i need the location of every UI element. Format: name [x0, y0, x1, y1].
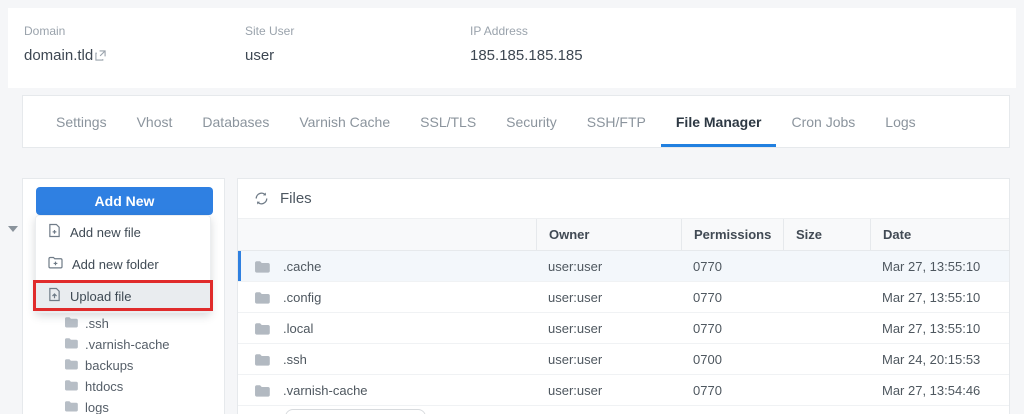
owner-cell: user:user [536, 259, 681, 274]
file-name-cell: .config [238, 290, 536, 305]
permissions-cell: 0770 [681, 290, 783, 305]
tab-logs[interactable]: Logs [870, 96, 930, 147]
domain-field: Domain domain.tld [24, 24, 106, 65]
file-upload-icon [48, 287, 70, 305]
file-plus-icon [48, 223, 70, 241]
files-table-header: Owner Permissions Size Date [238, 219, 1009, 251]
owner-cell: user:user [536, 352, 681, 367]
refresh-icon[interactable] [254, 191, 269, 206]
folder-icon [254, 353, 270, 366]
menu-item-label: Add new folder [72, 257, 159, 272]
folder-icon [254, 260, 270, 273]
tree-item-ssh[interactable]: .ssh [23, 313, 224, 334]
domain-text[interactable]: domain.tld [24, 47, 93, 64]
cut-off-bottom-element [285, 409, 426, 414]
domain-label: Domain [24, 24, 106, 38]
files-panel-header: Files [238, 179, 1009, 219]
tab-databases[interactable]: Databases [187, 96, 284, 147]
site-user-field: Site User user [245, 24, 294, 64]
file-name: .config [283, 290, 321, 305]
column-header-date[interactable]: Date [870, 219, 1009, 250]
tree-expand-caret-icon[interactable] [8, 226, 18, 232]
menu-item-add-new-file[interactable]: Add new file [36, 216, 210, 248]
tree-item-label: htdocs [85, 379, 123, 394]
folder-plus-icon [48, 256, 72, 272]
menu-item-label: Add new file [70, 225, 141, 240]
file-name-cell: .varnish-cache [238, 383, 536, 398]
tab-varnish-cache[interactable]: Varnish Cache [284, 96, 405, 147]
date-cell: Mar 27, 13:54:46 [870, 383, 1009, 398]
folder-icon [64, 358, 85, 373]
folder-icon [254, 322, 270, 335]
menu-item-add-new-folder[interactable]: Add new folder [36, 248, 210, 280]
menu-item-label: Upload file [70, 289, 131, 304]
tab-bar: Settings Vhost Databases Varnish Cache S… [22, 95, 1010, 148]
tree-item-htdocs[interactable]: htdocs [23, 376, 224, 397]
table-row-cache[interactable]: .cache user:user 0770 Mar 27, 13:55:10 [238, 251, 1009, 282]
tree-item-label: backups [85, 358, 133, 373]
tab-security[interactable]: Security [491, 96, 572, 147]
permissions-cell: 0770 [681, 321, 783, 336]
tab-cron-jobs[interactable]: Cron Jobs [776, 96, 870, 147]
ip-address-value: 185.185.185.185 [470, 47, 583, 64]
tree-item-logs[interactable]: logs [23, 397, 224, 414]
table-row-local[interactable]: .local user:user 0770 Mar 27, 13:55:10 [238, 313, 1009, 344]
column-header-size[interactable]: Size [783, 219, 870, 250]
date-cell: Mar 27, 13:55:10 [870, 259, 1009, 274]
file-name-cell: .local [238, 321, 536, 336]
table-row-varnish-cache[interactable]: .varnish-cache user:user 0770 Mar 27, 13… [238, 375, 1009, 406]
owner-cell: user:user [536, 321, 681, 336]
column-header-owner[interactable]: Owner [536, 219, 681, 250]
external-link-icon[interactable] [95, 48, 106, 65]
file-name: .cache [283, 259, 321, 274]
ip-address-label: IP Address [470, 24, 583, 38]
site-info-header: Domain domain.tld Site User user IP Addr… [8, 8, 1016, 88]
tree-item-label: logs [85, 400, 109, 414]
folder-icon [64, 316, 85, 331]
tree-item-backups[interactable]: backups [23, 355, 224, 376]
site-detail-page: Domain domain.tld Site User user IP Addr… [0, 0, 1024, 414]
table-row-config[interactable]: .config user:user 0770 Mar 27, 13:55:10 [238, 282, 1009, 313]
ip-address-field: IP Address 185.185.185.185 [470, 24, 583, 64]
tab-file-manager[interactable]: File Manager [661, 96, 777, 147]
tab-ssh-ftp[interactable]: SSH/FTP [572, 96, 661, 147]
file-name: .local [283, 321, 313, 336]
site-user-value: user [245, 47, 294, 64]
file-name-cell: .cache [238, 259, 536, 274]
folder-icon [64, 337, 85, 352]
domain-value: domain.tld [24, 47, 106, 65]
file-name: .varnish-cache [283, 383, 368, 398]
tab-vhost[interactable]: Vhost [122, 96, 188, 147]
add-new-dropdown: Add new file Add new folder Upload file [35, 215, 211, 313]
tree-item-label: .varnish-cache [85, 337, 170, 352]
file-name-cell: .ssh [238, 352, 536, 367]
folder-icon [254, 291, 270, 304]
tab-ssl-tls[interactable]: SSL/TLS [405, 96, 491, 147]
table-row-ssh[interactable]: .ssh user:user 0700 Mar 24, 20:15:53 [238, 344, 1009, 375]
tab-settings[interactable]: Settings [41, 96, 122, 147]
file-name: .ssh [283, 352, 307, 367]
directory-tree: .ssh .varnish-cache backups htdocs logs [23, 313, 224, 414]
files-panel: Files Owner Permissions Size Date .cache… [237, 178, 1010, 414]
column-header-name [238, 219, 536, 250]
tree-item-varnish-cache[interactable]: .varnish-cache [23, 334, 224, 355]
date-cell: Mar 27, 13:55:10 [870, 290, 1009, 305]
permissions-cell: 0770 [681, 383, 783, 398]
add-new-button[interactable]: Add New [36, 187, 213, 215]
folder-icon [64, 400, 85, 414]
site-user-label: Site User [245, 24, 294, 38]
folder-icon [254, 384, 270, 397]
menu-item-upload-file[interactable]: Upload file [36, 280, 210, 312]
owner-cell: user:user [536, 290, 681, 305]
tree-item-label: .ssh [85, 316, 109, 331]
date-cell: Mar 24, 20:15:53 [870, 352, 1009, 367]
files-panel-title: Files [280, 190, 312, 207]
folder-icon [64, 379, 85, 394]
owner-cell: user:user [536, 383, 681, 398]
column-header-permissions[interactable]: Permissions [681, 219, 783, 250]
permissions-cell: 0700 [681, 352, 783, 367]
permissions-cell: 0770 [681, 259, 783, 274]
date-cell: Mar 27, 13:55:10 [870, 321, 1009, 336]
